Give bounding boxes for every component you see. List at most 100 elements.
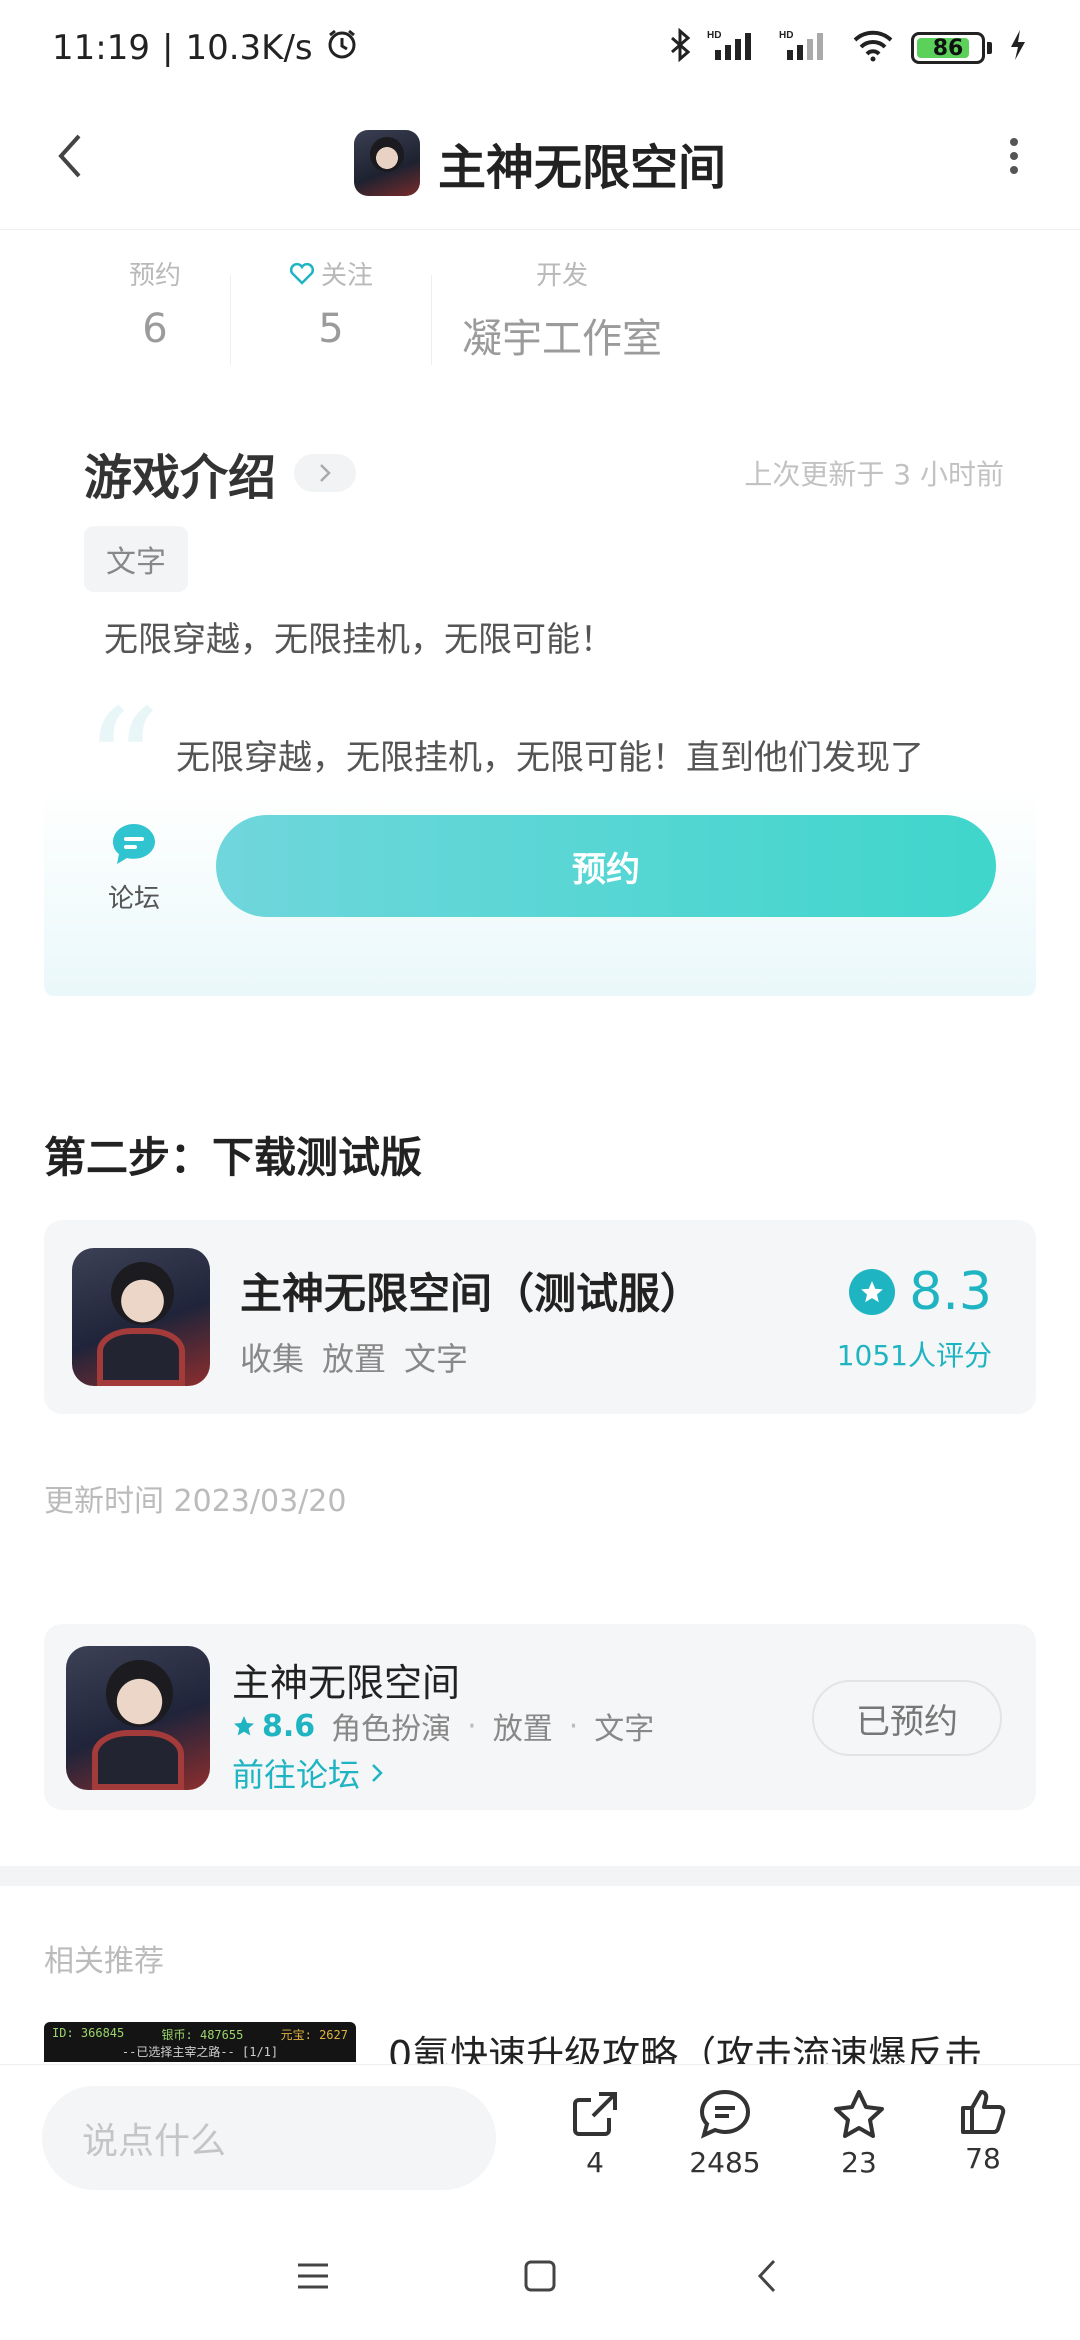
battery-percent: 86 <box>932 35 964 61</box>
game-card-score: 8.6 <box>262 1708 316 1744</box>
nav-menu-button[interactable] <box>273 2236 353 2316</box>
stat-developer-value: 凝宇工作室 <box>462 316 662 362</box>
stat-follow[interactable]: 关注 5 <box>231 255 431 352</box>
thumb-row: ID: 366845 银币: 487655 元宝: 2627 <box>52 2026 348 2043</box>
test-game-name: 主神无限空间（测试服） <box>240 1269 703 1318</box>
comment-icon <box>699 2089 751 2139</box>
update-time: 更新时间 2023/03/20 <box>44 1484 347 1519</box>
intro-expand-button[interactable] <box>294 454 357 492</box>
heart-icon <box>289 262 315 285</box>
nav-back-button[interactable] <box>727 2236 807 2316</box>
related-title: 相关推荐 <box>44 1944 164 1979</box>
favorite-button[interactable]: 23 <box>804 2088 914 2179</box>
like-button[interactable]: 78 <box>928 2088 1038 2175</box>
section-divider <box>0 1866 1080 1886</box>
related-thumbnail[interactable]: ID: 366845 银币: 487655 元宝: 2627 --已选择主宰之路… <box>44 2022 356 2062</box>
network-speed: 10.3K/s <box>185 28 313 68</box>
comment-count: 2485 <box>689 2146 761 2179</box>
reserve-button[interactable]: 预约 <box>216 815 996 917</box>
home-square-icon <box>524 2260 556 2292</box>
like-count: 78 <box>965 2142 1001 2175</box>
page-title: 主神无限空间 <box>437 139 726 196</box>
tag: 文字 <box>594 1712 655 1747</box>
thumbs-up-icon <box>961 2090 1006 2134</box>
chevron-right-icon <box>320 464 331 482</box>
tag: 文字 <box>404 1340 469 1378</box>
thumb-line: --已选择主宰之路-- [1/1] <box>121 2045 279 2059</box>
charging-icon <box>1008 28 1028 69</box>
rating-count: 1051人评分 <box>836 1339 992 1372</box>
nav-home-button[interactable] <box>500 2236 580 2316</box>
svg-text:HD: HD <box>707 30 721 41</box>
signal-icon-2: HD <box>779 28 835 69</box>
back-button[interactable] <box>40 126 100 186</box>
stats-row: 预约 6 关注 5 开发 凝宇工作室 <box>80 255 1000 385</box>
share-count: 4 <box>586 2146 604 2179</box>
forum-icon <box>113 824 155 864</box>
more-vertical-icon <box>1010 138 1018 174</box>
top-nav: 主神无限空间 <box>0 96 1080 230</box>
system-nav-bar <box>0 2212 1080 2340</box>
test-game-icon <box>72 1248 210 1386</box>
star-icon <box>849 1269 896 1315</box>
tag: 收集 <box>240 1340 305 1378</box>
game-card-score-wrap: 8.6 <box>232 1709 315 1744</box>
battery-tip <box>987 42 992 54</box>
go-to-forum-label: 前往论坛 <box>232 1756 361 1794</box>
share-icon <box>573 2092 617 2136</box>
thumb-yuanbao: 元宝: 2627 <box>280 2028 348 2042</box>
status-bar: 11:19 | 10.3K/s HD HD 86 <box>0 0 1080 96</box>
favorite-count: 23 <box>841 2146 877 2179</box>
stat-developer[interactable]: 开发 凝宇工作室 <box>432 255 692 364</box>
game-card-meta: 8.6 角色扮演 · 放置 · 文字 <box>232 1704 654 1748</box>
intro-line2: 无限穿越，无限挂机，无限可能！直到他们发现了 <box>176 738 924 778</box>
signal-icon-1: HD <box>707 28 763 69</box>
stat-reserve-value: 6 <box>142 306 168 352</box>
rating-score-row: 8.3 <box>849 1262 992 1322</box>
test-game-tags: 收集 放置 文字 <box>240 1334 468 1380</box>
tag: 角色扮演 <box>331 1712 452 1747</box>
rating-score: 8.3 <box>909 1262 992 1322</box>
stat-developer-label: 开发 <box>535 261 588 291</box>
intro-line1: 无限穿越，无限挂机，无限可能！ <box>104 620 614 660</box>
go-to-forum-link[interactable]: 前往论坛 <box>232 1750 384 1796</box>
dot-separator: · <box>568 1708 579 1744</box>
game-card-icon <box>66 1646 210 1790</box>
intro-title-group[interactable]: 游戏介绍 <box>84 438 357 508</box>
status-time: 11:19 <box>52 28 150 68</box>
battery-body: 86 <box>911 32 985 64</box>
tag: 放置 <box>492 1712 553 1747</box>
bluetooth-icon <box>669 27 691 69</box>
alarm-icon <box>325 27 359 70</box>
more-button[interactable] <box>984 126 1044 186</box>
intro-tag[interactable]: 文字 <box>84 526 188 592</box>
comment-input[interactable]: 说点什么 <box>42 2086 496 2190</box>
star-icon <box>234 1716 254 1736</box>
battery-indicator: 86 <box>911 32 992 64</box>
reserved-button[interactable]: 已预约 <box>812 1680 1002 1756</box>
stat-follow-label: 关注 <box>320 261 373 291</box>
wifi-icon <box>851 28 895 69</box>
game-avatar <box>353 129 420 196</box>
svg-text:HD: HD <box>779 30 793 41</box>
thumb-id: ID: 366845 <box>52 2026 125 2040</box>
stat-follow-label-wrap: 关注 <box>289 255 373 292</box>
share-button[interactable]: 4 <box>540 2088 650 2179</box>
step2-title: 第二步：下载测试版 <box>44 1133 423 1182</box>
comment-button[interactable]: 2485 <box>670 2088 780 2179</box>
intro-header: 游戏介绍 上次更新于 3 小时前 <box>84 438 1004 508</box>
status-right: HD HD 86 <box>669 27 1028 69</box>
star-icon <box>834 2090 884 2138</box>
dot-separator: · <box>467 1708 477 1744</box>
chevron-left-icon <box>757 2259 775 2293</box>
title-wrap: 主神无限空间 <box>353 128 726 198</box>
menu-icon <box>298 2263 329 2289</box>
intro-title: 游戏介绍 <box>84 450 277 506</box>
status-separator: | <box>161 28 174 68</box>
chevron-right-icon <box>372 1764 383 1782</box>
status-left: 11:19 | 10.3K/s <box>52 27 359 70</box>
stat-follow-value: 5 <box>318 306 344 352</box>
thumb-coin: 银币: 487655 <box>161 2028 244 2042</box>
forum-button[interactable]: 论坛 <box>64 820 204 915</box>
chevron-left-icon <box>58 134 81 178</box>
